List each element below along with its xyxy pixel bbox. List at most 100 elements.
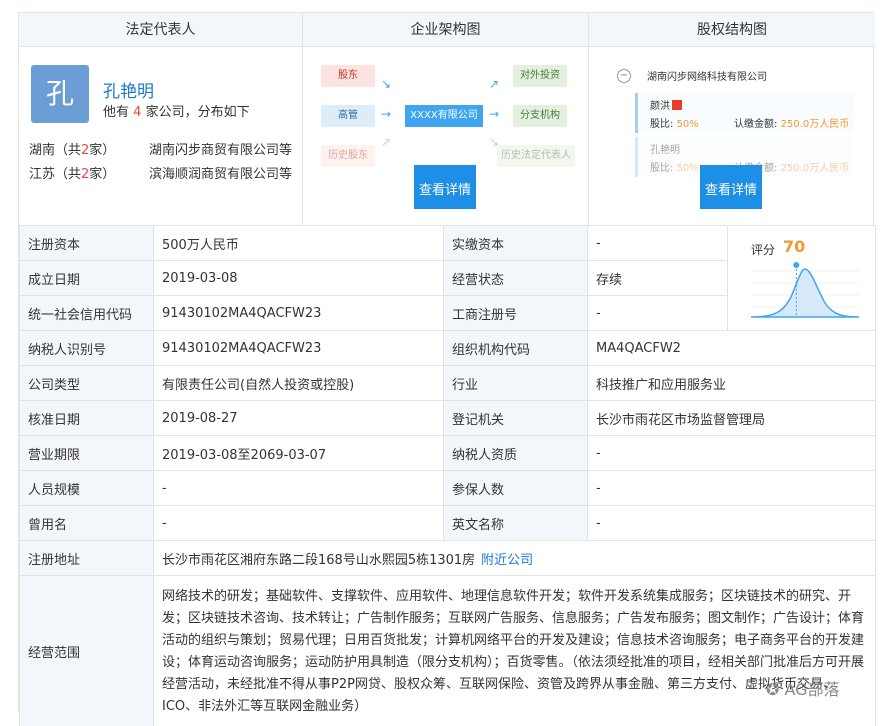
field-value: - [587,505,876,541]
table-row: 核准日期 2019-08-27 登记机关 长沙市雨花区市场监督管理局 [19,400,876,436]
field-value: 有限责任公司(自然人投资或控股) [153,365,444,401]
region-prefix: 湖南（共 [29,143,82,158]
legal-rep-name[interactable]: 孔艳明 [103,77,154,102]
holder-name: 颜洪 [650,97,682,112]
business-scope: 网络技术的研发；基础软件、支撑软件、应用软件、地理信息软件开发；软件开发系统集成… [153,575,876,726]
score-label: 评分 [751,243,776,257]
arrow-icon: ↗ [381,135,392,149]
address-text: 长沙市雨花区湘府东路二段168号山水熙园5栋1301房 [162,552,476,568]
amount-label: 认缴金额: [734,119,778,130]
score-marker-dot [793,262,800,268]
field-label: 经营状态 [443,260,588,296]
equity-panel: 股权结构图 − 湖南闪步网络科技有限公司 颜洪 股比: 50% 认缴金额: 25… [589,13,875,225]
table-row: 经营范围 网络技术的研发；基础软件、支撑软件、应用软件、地理信息软件开发；软件开… [19,575,876,726]
amount-value: 250.0万人民币 [780,163,850,174]
table-row: 人员规模 - 参保人数 - [19,470,876,506]
field-label: 英文名称 [443,505,588,541]
count-suffix: 家公司，分布如下 [145,105,250,120]
field-value: MA4QACFW2 [587,330,876,366]
score-widget: 评分 70 [745,233,865,333]
field-label: 营业期限 [19,435,154,471]
region-jiangsu: 江苏（共2家） [29,163,115,182]
field-value: 2019-03-08至2069-03-07 [153,435,444,471]
ratio-label: 股比: [650,119,674,130]
org-shareholder: 股东 [321,65,375,87]
ratio-label: 股比: [650,163,674,174]
table-row: 注册地址 长沙市雨花区湘府东路二段168号山水熙园5栋1301房 附近公司 [19,540,876,576]
field-label: 经营范围 [19,575,154,726]
field-value: 长沙市雨花区市场监督管理局 [587,400,876,436]
region-suffix: 家） [89,143,116,158]
holder-ratio: 股比: 50% [650,159,699,174]
avatar: 孔 [31,65,89,123]
equity-root-company: 湖南闪步网络科技有限公司 [647,72,767,83]
field-label: 行业 [443,365,588,401]
field-label: 注册地址 [19,540,154,576]
org-history-legal-rep: 历史法定代表人 [497,145,575,167]
watermark-text: AG部落 [784,680,840,699]
org-investment: 对外投资 [513,65,567,87]
equity-detail-button[interactable]: 查看详情 [700,165,762,209]
legal-rep-company-count: 他有 4 家公司，分布如下 [103,101,250,120]
arrow-icon: ↘ [381,77,392,91]
region-hunan: 湖南（共2家） [29,139,115,158]
field-label: 人员规模 [19,470,154,506]
field-value: 长沙市雨花区湘府东路二段168号山水熙园5栋1301房 附近公司 [153,540,876,576]
holder-name-text: 颜洪 [650,101,670,112]
field-label: 统一社会信用代码 [19,295,154,331]
org-chart-title: 企业架构图 [303,13,588,47]
equity-holder: 颜洪 股比: 50% 认缴金额: 250.0万人民币 [635,93,853,133]
field-label: 公司类型 [19,365,154,401]
field-value: 500万人民币 [153,225,444,261]
field-label: 核准日期 [19,400,154,436]
field-label: 参保人数 [443,470,588,506]
field-label: 成立日期 [19,260,154,296]
arrow-icon: → [489,107,500,121]
table-row: 曾用名 - 英文名称 - [19,505,876,541]
distribution-area [750,268,860,318]
table-row: 营业期限 2019-03-08至2069-03-07 纳税人资质 - [19,435,876,471]
field-value: 2019-08-27 [153,400,444,436]
collapse-icon[interactable]: − [617,69,631,83]
org-history-shareholder: 历史股东 [321,145,375,167]
field-label: 工商注册号 [443,295,588,331]
field-label: 纳税人识别号 [19,330,154,366]
org-chart-panel: 企业架构图 股东 高管 历史股东 ↘ → ↗ XXXX有限公司 ↗ → ↘ 对外… [303,13,589,225]
score-value: 70 [783,237,806,256]
region-jiangsu-company[interactable]: 滨海顺润商贸有限公司等 [149,163,292,182]
field-value: 2019-03-08 [153,260,444,296]
score-distribution-chart [750,262,860,318]
region-suffix: 家） [89,167,116,182]
field-value: - [587,470,876,506]
field-label: 注册资本 [19,225,154,261]
flag-icon [672,100,682,110]
field-value: 科技推广和应用服务业 [587,365,876,401]
equity-title: 股权结构图 [589,13,875,47]
region-hunan-company[interactable]: 湖南闪步商贸有限公司等 [149,139,292,158]
org-branch: 分支机构 [513,105,567,127]
wechat-icon: ✪ [766,680,780,699]
count-number: 4 [133,105,142,120]
holder-name: 孔艳明 [650,145,680,156]
ratio-value: 50% [676,119,699,130]
table-row: 公司类型 有限责任公司(自然人投资或控股) 行业 科技推广和应用服务业 [19,365,876,401]
field-label: 纳税人资质 [443,435,588,471]
arrow-icon: ↗ [489,77,500,91]
nearby-companies-link[interactable]: 附近公司 [481,553,533,568]
arrow-icon: → [381,107,392,121]
field-value: - [587,225,728,261]
field-value: 存续 [587,260,728,296]
company-info-card: 法定代表人 孔 孔艳明 他有 4 家公司，分布如下 湖南（共2家） 湖南闪步商贸… [18,12,876,726]
org-detail-button[interactable]: 查看详情 [414,165,476,209]
top-panels: 法定代表人 孔 孔艳明 他有 4 家公司，分布如下 湖南（共2家） 湖南闪步商贸… [19,13,875,225]
field-value: 91430102MA4QACFW23 [153,295,444,331]
field-label: 实缴资本 [443,225,588,261]
org-executive: 高管 [321,105,375,127]
field-value: - [587,295,728,331]
amount-value: 250.0万人民币 [780,119,850,130]
field-label: 组织机构代码 [443,330,588,366]
count-prefix: 他有 [103,105,130,120]
holder-amount: 认缴金额: 250.0万人民币 [734,115,849,130]
field-value: - [587,435,876,471]
table-row: 纳税人识别号 91430102MA4QACFW23 组织机构代码 MA4QACF… [19,330,876,366]
